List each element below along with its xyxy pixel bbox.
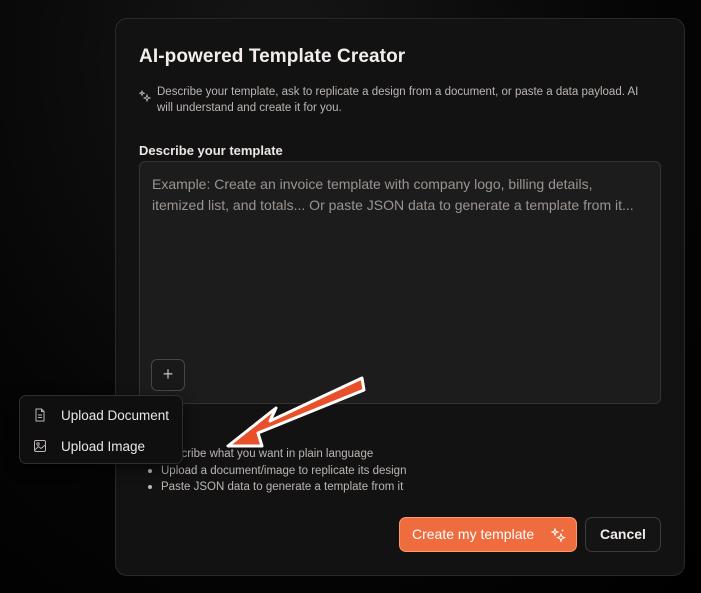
list-item: Upload a document/image to replicate its… bbox=[146, 463, 406, 480]
list-item: Paste JSON data to generate a template f… bbox=[146, 479, 406, 496]
dialog-description: Describe your template, ask to replicate… bbox=[157, 86, 639, 114]
image-icon bbox=[34, 440, 46, 452]
attach-dropdown-menu: Upload Document Upload Image bbox=[19, 395, 183, 464]
tips-list: Describe what you want in plain language… bbox=[146, 446, 406, 496]
template-description-label: Describe your template bbox=[139, 143, 283, 158]
template-creator-dialog: AI-powered Template Creator Describe you… bbox=[115, 18, 685, 576]
sparkles-icon bbox=[139, 90, 151, 102]
create-template-button[interactable]: Create my template bbox=[399, 517, 577, 552]
menu-item-label: Upload Document bbox=[61, 407, 170, 423]
attach-button[interactable]: + bbox=[151, 359, 185, 391]
menu-item-upload-document[interactable]: Upload Document bbox=[20, 401, 184, 429]
menu-item-label: Upload Image bbox=[61, 438, 146, 454]
menu-item-upload-image[interactable]: Upload Image bbox=[20, 432, 184, 460]
template-description-input[interactable] bbox=[139, 161, 661, 404]
list-item: Describe what you want in plain language bbox=[146, 446, 406, 463]
cancel-button[interactable]: Cancel bbox=[585, 517, 661, 552]
create-template-label: Create my template bbox=[412, 526, 535, 542]
dialog-title: AI-powered Template Creator bbox=[139, 46, 406, 67]
sparkles-icon bbox=[550, 527, 566, 543]
document-icon bbox=[35, 408, 45, 422]
